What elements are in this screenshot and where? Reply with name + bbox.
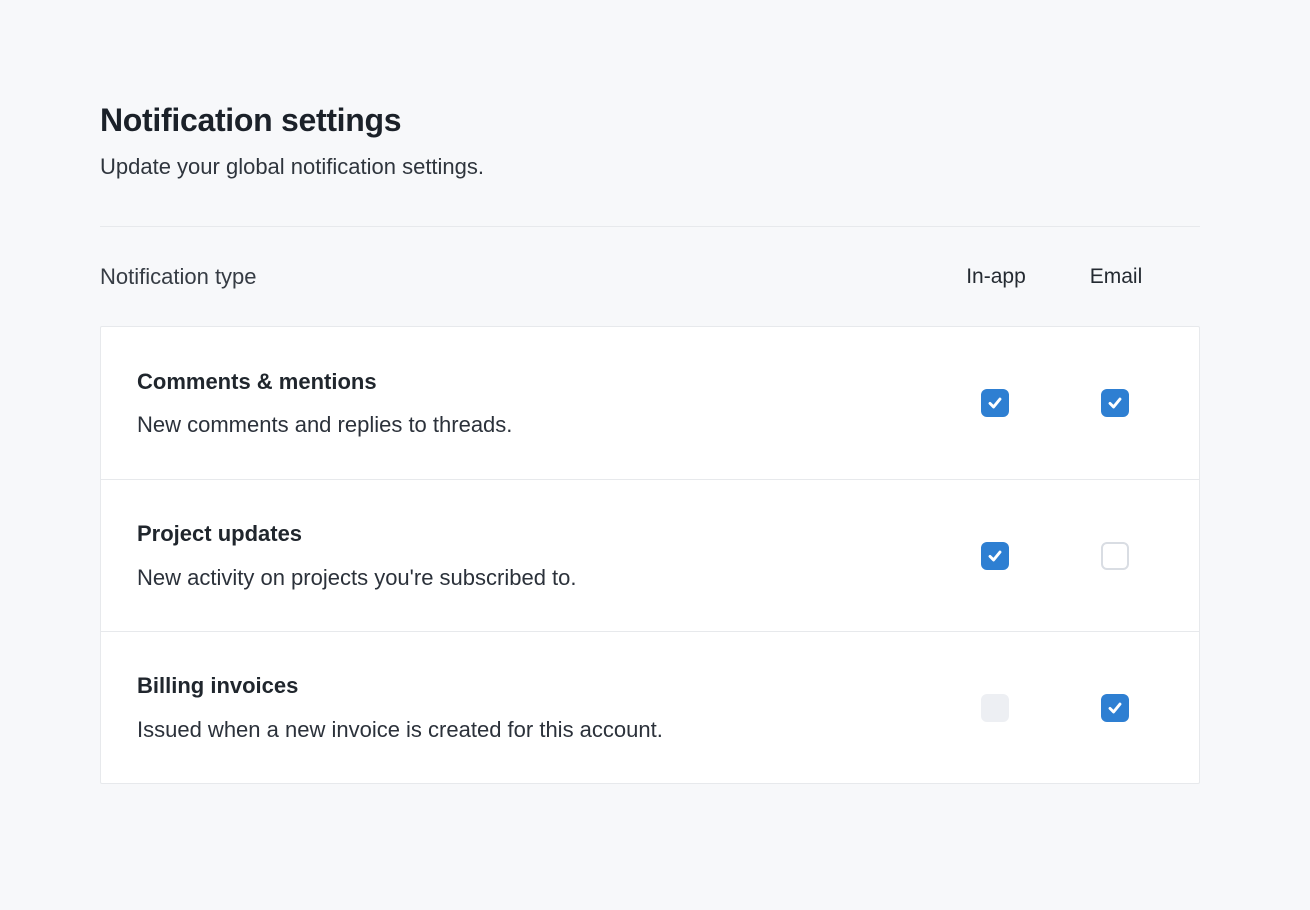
row-text: Project updates New activity on projects… bbox=[137, 520, 935, 591]
check-icon bbox=[1105, 698, 1125, 718]
checkbox-email[interactable] bbox=[1101, 542, 1129, 570]
row-text: Comments & mentions New comments and rep… bbox=[137, 368, 935, 439]
page-title: Notification settings bbox=[100, 102, 1200, 139]
row-description: Issued when a new invoice is created for… bbox=[137, 716, 915, 744]
row-description: New comments and replies to threads. bbox=[137, 411, 915, 439]
checkbox-inapp[interactable] bbox=[981, 542, 1009, 570]
check-icon bbox=[985, 393, 1005, 413]
checkbox-email[interactable] bbox=[1101, 694, 1129, 722]
row-description: New activity on projects you're subscrib… bbox=[137, 564, 915, 592]
check-icon bbox=[985, 546, 1005, 566]
notification-settings-page: Notification settings Update your global… bbox=[100, 0, 1200, 784]
table-row: Comments & mentions New comments and rep… bbox=[101, 327, 1199, 479]
table-header-row: Notification type In-app Email bbox=[100, 227, 1200, 326]
check-icon bbox=[1105, 393, 1125, 413]
column-header-email: Email bbox=[1056, 265, 1176, 289]
checkbox-email[interactable] bbox=[1101, 389, 1129, 417]
notification-settings-card: Comments & mentions New comments and rep… bbox=[100, 326, 1200, 784]
row-title: Comments & mentions bbox=[137, 368, 915, 396]
table-row: Project updates New activity on projects… bbox=[101, 479, 1199, 631]
row-title: Billing invoices bbox=[137, 672, 915, 700]
column-header-notification-type: Notification type bbox=[100, 264, 936, 290]
column-header-inapp: In-app bbox=[936, 265, 1056, 289]
checkbox-inapp[interactable] bbox=[981, 389, 1009, 417]
page-subtitle: Update your global notification settings… bbox=[100, 154, 1200, 180]
row-text: Billing invoices Issued when a new invoi… bbox=[137, 672, 935, 743]
row-title: Project updates bbox=[137, 520, 915, 548]
checkbox-inapp bbox=[981, 694, 1009, 722]
table-row: Billing invoices Issued when a new invoi… bbox=[101, 631, 1199, 783]
